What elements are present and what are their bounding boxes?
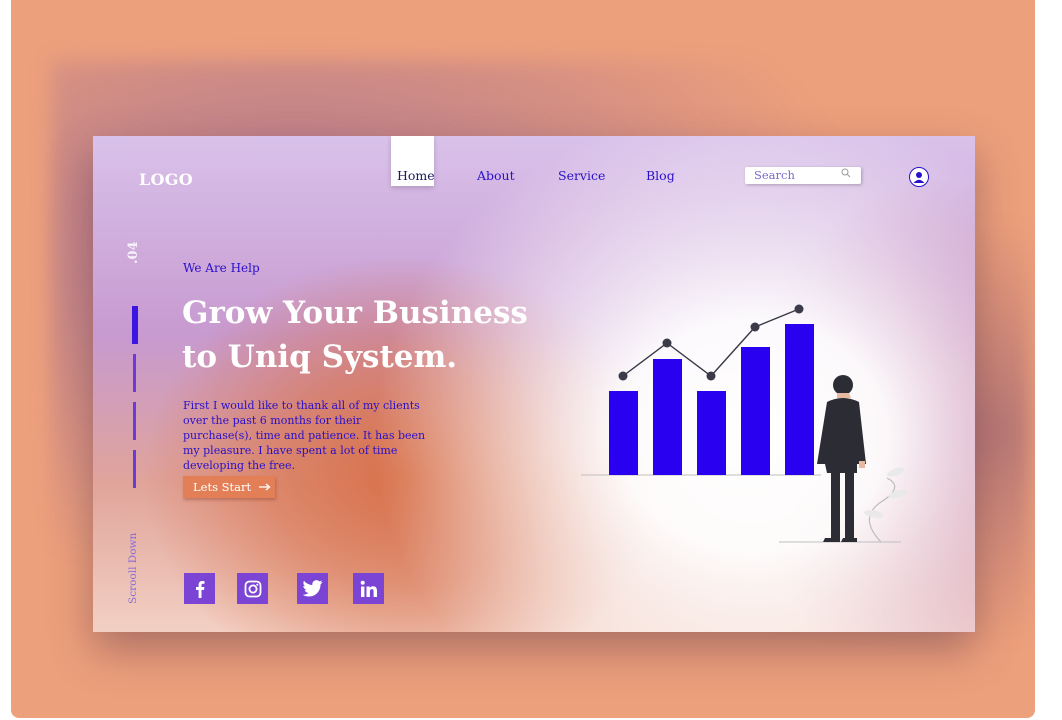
headline-line-1: Grow Your Business bbox=[182, 295, 528, 331]
user-icon[interactable] bbox=[909, 167, 929, 187]
hero-body-text: First I would like to thank all of my cl… bbox=[183, 399, 426, 472]
slide-indicator[interactable] bbox=[133, 402, 136, 440]
nav-item-service[interactable]: Service bbox=[558, 168, 605, 183]
facebook-icon[interactable] bbox=[184, 573, 215, 604]
search-icon[interactable] bbox=[841, 168, 851, 181]
slide-number: .04 bbox=[126, 241, 141, 264]
linkedin-icon[interactable] bbox=[353, 573, 384, 604]
trend-point bbox=[794, 304, 804, 314]
trend-point bbox=[618, 371, 628, 381]
trend-point bbox=[706, 371, 716, 381]
scroll-down-label[interactable]: Scrooll Down bbox=[127, 533, 139, 604]
trend-point bbox=[662, 338, 672, 348]
trend-line bbox=[622, 308, 800, 377]
cta-label: Lets Start bbox=[193, 480, 252, 494]
page-background: LOGO Home About Service Blog .04 Scrooll… bbox=[11, 0, 1035, 718]
logo[interactable]: LOGO bbox=[139, 170, 193, 189]
search-box[interactable] bbox=[745, 167, 861, 184]
nav-item-home[interactable]: Home bbox=[397, 168, 435, 183]
nav-item-about[interactable]: About bbox=[477, 168, 515, 183]
twitter-icon[interactable] bbox=[297, 573, 328, 604]
chart-bar bbox=[785, 324, 814, 475]
arrow-right-icon bbox=[258, 480, 271, 494]
headline-line-2: to Uniq System. bbox=[182, 339, 458, 375]
hero-headline: Grow Your Business to Uniq System. bbox=[182, 291, 528, 379]
chart-bar bbox=[741, 347, 770, 475]
landing-page-mockup: LOGO Home About Service Blog .04 Scrooll… bbox=[93, 136, 975, 632]
nav-item-blog[interactable]: Blog bbox=[646, 168, 675, 183]
chart-bar bbox=[653, 359, 682, 475]
chart-bar bbox=[697, 391, 726, 475]
trend-point bbox=[750, 322, 760, 332]
slide-indicator[interactable] bbox=[133, 450, 136, 488]
lets-start-button[interactable]: Lets Start bbox=[183, 476, 275, 498]
search-input[interactable] bbox=[754, 168, 834, 182]
hero-eyebrow: We Are Help bbox=[183, 261, 260, 275]
plant-figure bbox=[864, 467, 908, 543]
slide-indicator[interactable] bbox=[133, 354, 136, 392]
slide-indicator-active[interactable] bbox=[132, 306, 138, 344]
person-figure bbox=[817, 375, 866, 542]
chart-bar bbox=[609, 391, 638, 475]
instagram-icon[interactable] bbox=[237, 573, 268, 604]
growth-chart-illustration bbox=[581, 304, 908, 543]
